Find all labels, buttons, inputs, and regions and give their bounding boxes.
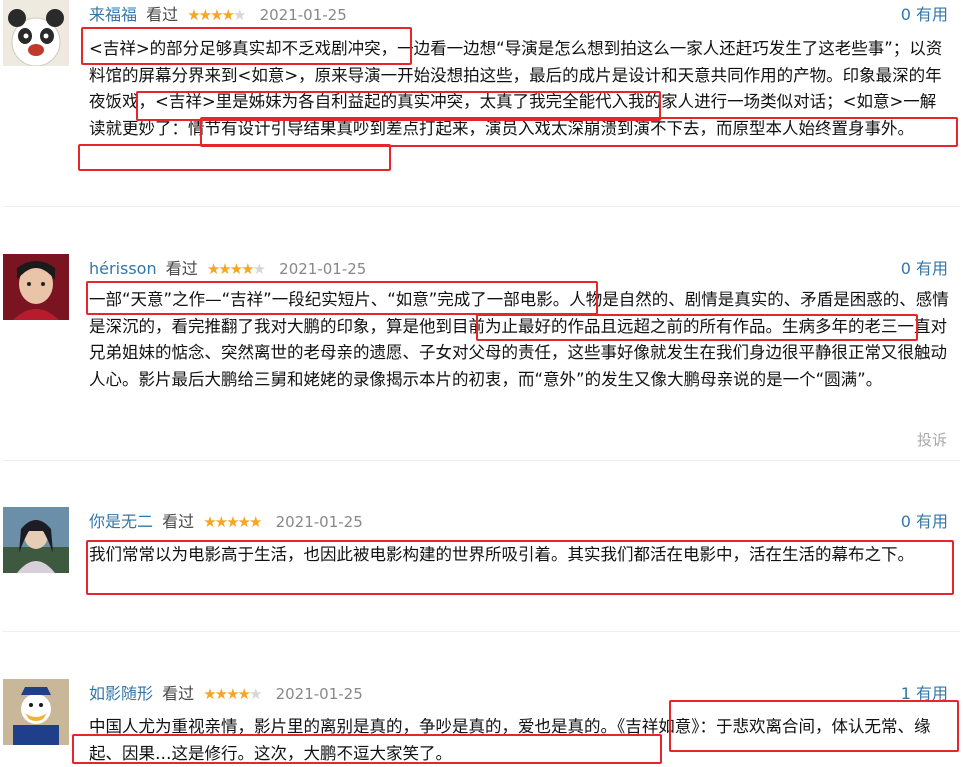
useful-vote-button[interactable]: 1 有用 [901, 682, 948, 706]
review-date: 2021-01-25 [279, 260, 367, 278]
review-date: 2021-01-25 [275, 685, 363, 703]
star-rating: ★★★★★ [206, 260, 266, 278]
divider [2, 206, 960, 207]
review-text: <吉祥>的部分足够真实却不乏戏剧冲突，一边看一边想“导演是怎么想到拍这么一家人还… [89, 39, 943, 138]
star-rating: ★★★★★ [203, 685, 262, 703]
watch-status: 看过 [165, 259, 198, 278]
review-meta: 如影随形 看过 ★★★★★ 2021-01-25 [89, 682, 363, 706]
review-text: 我们常常以为电影高于生活，也因此被电影构建的世界所吸引着。其实我们都活在电影中，… [89, 545, 914, 564]
avatar[interactable] [3, 679, 69, 745]
review-date: 2021-01-25 [275, 513, 363, 531]
review-meta: hérisson 看过 ★★★★★ 2021-01-25 [89, 257, 366, 281]
report-link[interactable]: 投诉 [917, 429, 947, 450]
review-meta: 你是无二 看过 ★★★★★ 2021-01-25 [89, 510, 363, 534]
star-rating: ★★★★★ [203, 513, 262, 531]
review-text: 中国人尤为重视亲情，影片里的离别是真的，争吵是真的，爱也是真的。《吉祥如意》：于… [89, 717, 931, 763]
watch-status: 看过 [162, 512, 195, 531]
author-link[interactable]: hérisson [89, 259, 157, 278]
author-link[interactable]: 如影随形 [89, 684, 153, 703]
avatar[interactable] [3, 0, 69, 66]
author-link[interactable]: 来福福 [89, 5, 137, 24]
useful-vote-button[interactable]: 0 有用 [901, 257, 948, 281]
useful-vote-button[interactable]: 0 有用 [901, 3, 948, 27]
watch-status: 看过 [162, 684, 195, 703]
avatar[interactable] [3, 507, 69, 573]
divider [2, 460, 960, 461]
useful-vote-button[interactable]: 0 有用 [901, 510, 948, 534]
author-link[interactable]: 你是无二 [89, 512, 153, 531]
watch-status: 看过 [146, 5, 179, 24]
review-date: 2021-01-25 [259, 6, 347, 24]
avatar[interactable] [3, 254, 69, 320]
review-meta: 来福福 看过 ★★★★★ 2021-01-25 [89, 3, 347, 27]
highlight-box [78, 144, 391, 171]
divider [2, 631, 960, 632]
review-text: 一部“天意”之作—“吉祥”一段纪实短片、“如意”完成了一部电影。人物是自然的、剧… [89, 290, 949, 389]
star-rating: ★★★★★ [187, 6, 246, 24]
